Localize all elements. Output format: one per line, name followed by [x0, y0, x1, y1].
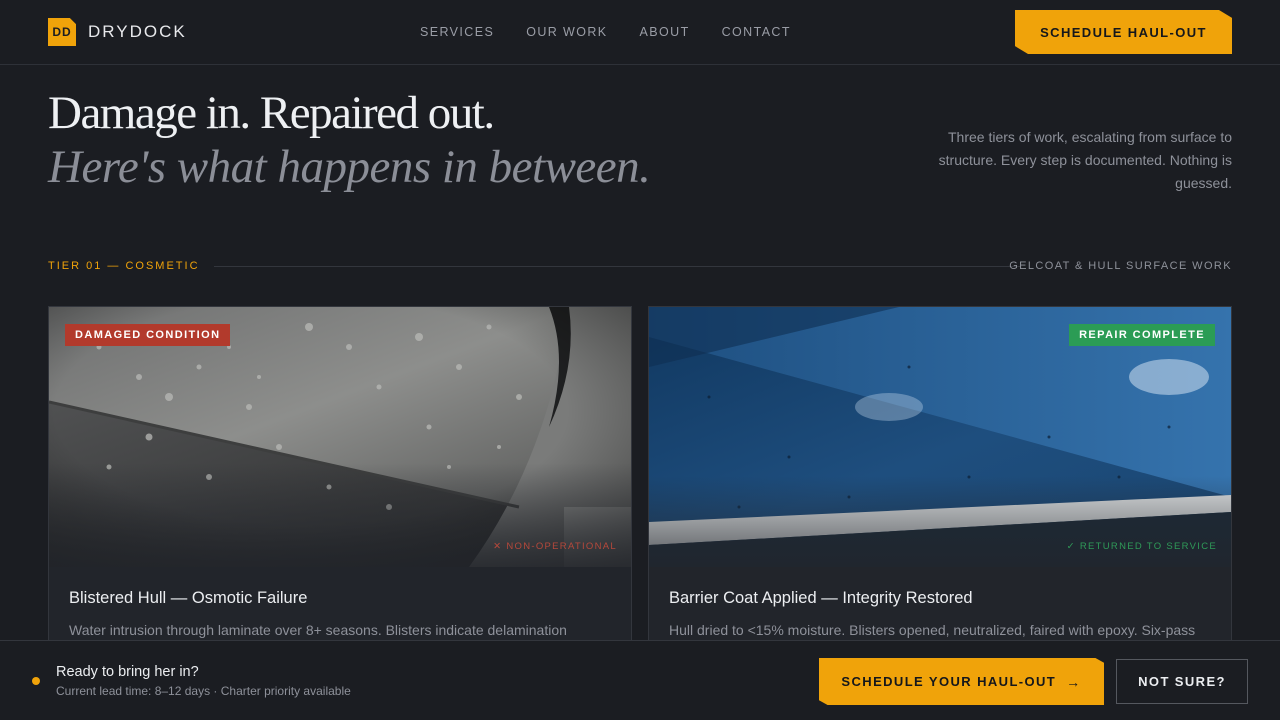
status-dot [32, 677, 40, 685]
nav-services[interactable]: SERVICES [420, 25, 494, 39]
repaired-card-title: Barrier Coat Applied — Integrity Restore… [669, 589, 973, 607]
cta-bar-title: Ready to bring her in? [56, 664, 199, 680]
damaged-card-title: Blistered Hull — Osmotic Failure [69, 589, 308, 607]
tier-divider [214, 266, 1020, 267]
logo-mark[interactable]: DD [48, 18, 76, 46]
hero-title: Damage in. Repaired out. [48, 87, 495, 139]
non-operational-status: ✕ NON-OPERATIONAL [493, 541, 617, 552]
logo-text[interactable]: DRYDOCK [88, 22, 187, 42]
hero-title-italic: Here's what happens in between. [48, 141, 651, 193]
schedule-haul-out-button[interactable]: SCHEDULE HAUL-OUT [1015, 10, 1232, 54]
repaired-card-description: Hull dried to <15% moisture. Blisters op… [669, 622, 1196, 638]
arrow-right-icon: → [1066, 673, 1082, 690]
repaired-hull-image: REPAIR COMPLETE ✓ RETURNED TO SERVICE [649, 307, 1231, 567]
lead-time-text: Current lead time: 8–12 days · Charter p… [56, 684, 351, 698]
repair-complete-badge: REPAIR COMPLETE [1069, 324, 1215, 346]
repaired-hull-illustration [649, 307, 1231, 567]
damaged-hull-illustration [49, 307, 631, 567]
nav-about[interactable]: ABOUT [640, 25, 690, 39]
schedule-button-label: SCHEDULE YOUR HAUL-OUT [841, 674, 1057, 689]
nav-contact[interactable]: CONTACT [722, 25, 791, 39]
site-header: DD DRYDOCK SERVICES OUR WORK ABOUT CONTA… [0, 0, 1280, 65]
tier-label: TIER 01 — COSMETIC [48, 260, 200, 272]
schedule-your-haul-out-button[interactable]: SCHEDULE YOUR HAUL-OUT → [819, 658, 1104, 705]
damaged-card[interactable]: DAMAGED CONDITION ✕ NON-OPERATIONAL Blis… [48, 306, 632, 646]
repaired-card[interactable]: REPAIR COMPLETE ✓ RETURNED TO SERVICE Ba… [648, 306, 1232, 646]
sticky-cta-bar: Ready to bring her in? Current lead time… [0, 640, 1280, 720]
tier-category: GELCOAT & HULL SURFACE WORK [1009, 260, 1232, 272]
damaged-condition-badge: DAMAGED CONDITION [65, 324, 231, 346]
main-nav: SERVICES OUR WORK ABOUT CONTACT [420, 25, 823, 39]
nav-our-work[interactable]: OUR WORK [526, 25, 607, 39]
damaged-card-description: Water intrusion through laminate over 8+… [69, 622, 567, 638]
hero-description: Three tiers of work, escalating from sur… [938, 129, 1232, 191]
damaged-hull-image: DAMAGED CONDITION ✕ NON-OPERATIONAL [49, 307, 631, 567]
returned-to-service-status: ✓ RETURNED TO SERVICE [1066, 541, 1217, 552]
not-sure-button[interactable]: NOT SURE? [1116, 659, 1248, 704]
